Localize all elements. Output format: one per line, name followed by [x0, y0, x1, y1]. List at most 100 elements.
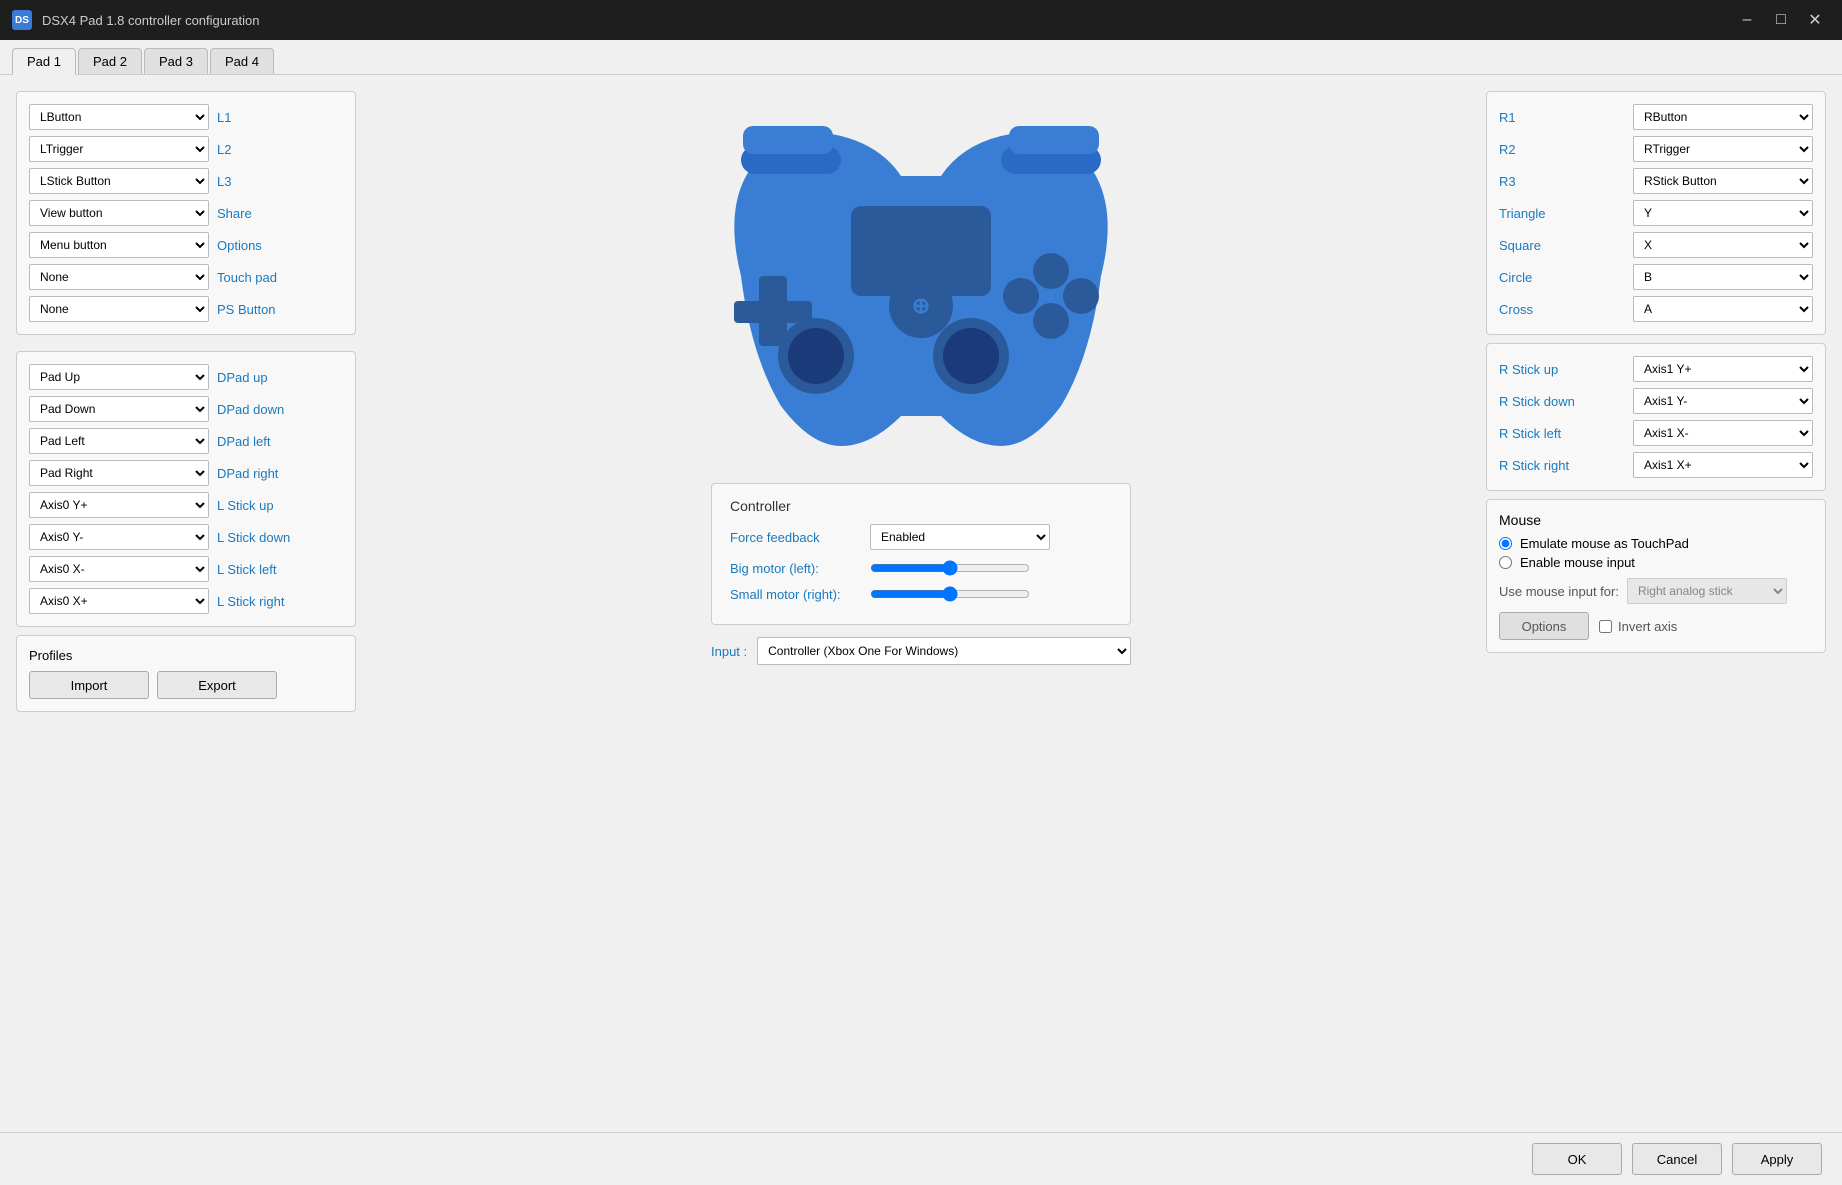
- controller-image: ⊕: [661, 91, 1181, 471]
- profiles-buttons: Import Export: [29, 671, 343, 699]
- small-motor-label: Small motor (right):: [730, 587, 860, 602]
- rstick-left-row: R Stick left Axis1 X-None: [1499, 420, 1813, 446]
- input-label: Input :: [711, 644, 747, 659]
- dpad-right-label: DPad right: [217, 466, 297, 481]
- dpad-up-label: DPad up: [217, 370, 297, 385]
- input-row: Input : Controller (Xbox One For Windows…: [711, 637, 1131, 665]
- lstick-left-select[interactable]: Axis0 X-None: [29, 556, 209, 582]
- ps-select[interactable]: NoneLButton: [29, 296, 209, 322]
- app-icon: DS: [12, 10, 32, 30]
- options-label: Options: [217, 238, 297, 253]
- content-area: LButtonNoneRButton L1 LTriggerNone L2 LS…: [0, 75, 1842, 1132]
- enable-label[interactable]: Enable mouse input: [1520, 555, 1635, 570]
- rstick-down-select[interactable]: Axis1 Y-None: [1633, 388, 1813, 414]
- mapping-row-dpad-up: Pad UpNone DPad up: [29, 364, 343, 390]
- share-select[interactable]: View buttonNone: [29, 200, 209, 226]
- apply-button[interactable]: Apply: [1732, 1143, 1822, 1175]
- controller-box-title: Controller: [730, 498, 1112, 514]
- invert-axis-label[interactable]: Invert axis: [1618, 619, 1677, 634]
- right-row-r2: R2 RTriggerNone: [1499, 136, 1813, 162]
- r2-select[interactable]: RTriggerNone: [1633, 136, 1813, 162]
- lstick-down-select[interactable]: Axis0 Y-None: [29, 524, 209, 550]
- big-motor-label: Big motor (left):: [730, 561, 860, 576]
- mapping-row-dpad-right: Pad RightNone DPad right: [29, 460, 343, 486]
- big-motor-slider[interactable]: [870, 558, 1030, 578]
- lstick-up-select[interactable]: Axis0 Y+None: [29, 492, 209, 518]
- tab-pad3[interactable]: Pad 3: [144, 48, 208, 74]
- profiles-title: Profiles: [29, 648, 343, 663]
- mapping-row-dpad-left: Pad LeftNone DPad left: [29, 428, 343, 454]
- invert-axis-checkbox[interactable]: [1599, 620, 1612, 633]
- right-button-mappings-section: R1 RButtonNone R2 RTriggerNone R3 RStick…: [1486, 91, 1826, 335]
- l2-label: L2: [217, 142, 297, 157]
- mapping-row-touchpad: NoneLButton Touch pad: [29, 264, 343, 290]
- emulate-radio[interactable]: [1499, 537, 1512, 550]
- small-motor-row: Small motor (right):: [730, 584, 1112, 604]
- force-feedback-label: Force feedback: [730, 530, 860, 545]
- close-button[interactable]: ✕: [1800, 5, 1830, 35]
- rstick-up-select[interactable]: Axis1 Y+None: [1633, 356, 1813, 382]
- options-select[interactable]: Menu buttonNone: [29, 232, 209, 258]
- ps-label: PS Button: [217, 302, 297, 317]
- mouse-title: Mouse: [1499, 512, 1813, 528]
- lstick-right-select[interactable]: Axis0 X+None: [29, 588, 209, 614]
- cross-select[interactable]: ANone: [1633, 296, 1813, 322]
- mapping-row-options: Menu buttonNone Options: [29, 232, 343, 258]
- svg-text:⊕: ⊕: [912, 293, 930, 318]
- right-row-circle: Circle BNone: [1499, 264, 1813, 290]
- emulate-radio-row: Emulate mouse as TouchPad: [1499, 536, 1813, 551]
- l1-select[interactable]: LButtonNoneRButton: [29, 104, 209, 130]
- left-panel: LButtonNoneRButton L1 LTriggerNone L2 LS…: [16, 91, 356, 1116]
- controller-settings-box: Controller Force feedback Enabled Disabl…: [711, 483, 1131, 625]
- dpad-right-select[interactable]: Pad RightNone: [29, 460, 209, 486]
- tab-pad1[interactable]: Pad 1: [12, 48, 76, 75]
- right-row-r3: R3 RStick ButtonNone: [1499, 168, 1813, 194]
- tab-pad2[interactable]: Pad 2: [78, 48, 142, 74]
- mapping-row-ps: NoneLButton PS Button: [29, 296, 343, 322]
- cancel-button[interactable]: Cancel: [1632, 1143, 1722, 1175]
- right-stick-mappings-section: R Stick up Axis1 Y+None R Stick down Axi…: [1486, 343, 1826, 491]
- share-label: Share: [217, 206, 297, 221]
- right-row-square: Square XNone: [1499, 232, 1813, 258]
- dpad-left-label: DPad left: [217, 434, 297, 449]
- main-window: Pad 1 Pad 2 Pad 3 Pad 4 LButtonNoneRButt…: [0, 40, 1842, 1185]
- dpad-left-select[interactable]: Pad LeftNone: [29, 428, 209, 454]
- mouse-options-button[interactable]: Options: [1499, 612, 1589, 640]
- right-row-triangle: Triangle YNone: [1499, 200, 1813, 226]
- mapping-row-lstick-left: Axis0 X-None L Stick left: [29, 556, 343, 582]
- emulate-label[interactable]: Emulate mouse as TouchPad: [1520, 536, 1689, 551]
- window-controls: – □ ✕: [1732, 5, 1830, 35]
- l3-select[interactable]: LStick ButtonNone: [29, 168, 209, 194]
- input-select[interactable]: Controller (Xbox One For Windows): [757, 637, 1131, 665]
- tab-pad4[interactable]: Pad 4: [210, 48, 274, 74]
- rstick-down-label: R Stick down: [1499, 394, 1589, 409]
- ok-button[interactable]: OK: [1532, 1143, 1622, 1175]
- r1-select[interactable]: RButtonNone: [1633, 104, 1813, 130]
- mapping-row-lstick-up: Axis0 Y+None L Stick up: [29, 492, 343, 518]
- enable-radio[interactable]: [1499, 556, 1512, 569]
- mouse-input-row: Use mouse input for: Right analog stick: [1499, 578, 1813, 604]
- minimize-button[interactable]: –: [1732, 5, 1762, 35]
- square-select[interactable]: XNone: [1633, 232, 1813, 258]
- lstick-up-label: L Stick up: [217, 498, 297, 513]
- circle-select[interactable]: BNone: [1633, 264, 1813, 290]
- rstick-left-select[interactable]: Axis1 X-None: [1633, 420, 1813, 446]
- l2-select[interactable]: LTriggerNone: [29, 136, 209, 162]
- export-button[interactable]: Export: [157, 671, 277, 699]
- dpad-up-select[interactable]: Pad UpNone: [29, 364, 209, 390]
- mouse-for-label: Use mouse input for:: [1499, 584, 1619, 599]
- rstick-right-select[interactable]: Axis1 X+None: [1633, 452, 1813, 478]
- small-motor-slider[interactable]: [870, 584, 1030, 604]
- r3-select[interactable]: RStick ButtonNone: [1633, 168, 1813, 194]
- mouse-for-select: Right analog stick: [1627, 578, 1787, 604]
- rstick-left-label: R Stick left: [1499, 426, 1589, 441]
- import-button[interactable]: Import: [29, 671, 149, 699]
- force-feedback-select[interactable]: Enabled Disabled: [870, 524, 1050, 550]
- triangle-select[interactable]: YNone: [1633, 200, 1813, 226]
- r1-label: R1: [1499, 110, 1589, 125]
- dpad-down-select[interactable]: Pad DownNone: [29, 396, 209, 422]
- mouse-options-row: Options Invert axis: [1499, 612, 1813, 640]
- l1-label: L1: [217, 110, 297, 125]
- maximize-button[interactable]: □: [1766, 5, 1796, 35]
- touchpad-select[interactable]: NoneLButton: [29, 264, 209, 290]
